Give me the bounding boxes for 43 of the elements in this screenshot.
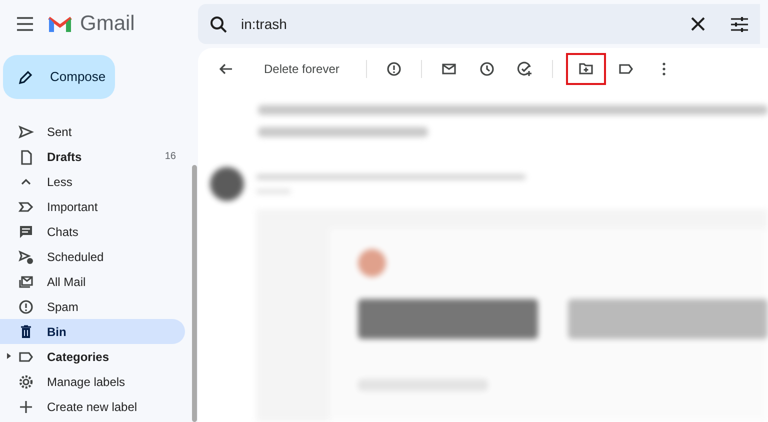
pencil-icon xyxy=(18,70,33,84)
envelope-icon xyxy=(441,61,458,77)
nav-item[interactable]: Chats xyxy=(0,219,185,244)
unread-count: 16 xyxy=(164,150,177,164)
delete-forever-button[interactable]: Delete forever xyxy=(254,54,350,84)
filter-sliders-icon[interactable] xyxy=(731,16,748,32)
expand-arrow-icon[interactable] xyxy=(7,353,11,359)
scrollbar[interactable] xyxy=(192,165,197,422)
plus-icon xyxy=(18,398,34,414)
envelope-logo-icon xyxy=(48,15,72,33)
close-icon[interactable] xyxy=(691,17,705,31)
nav-item[interactable]: Categories xyxy=(0,344,185,369)
label-icon xyxy=(618,61,634,77)
settings-icon xyxy=(18,374,34,390)
nav-item[interactable]: Important xyxy=(0,194,185,219)
folder-plus-icon xyxy=(578,61,594,77)
more-icon xyxy=(662,62,666,76)
toolbar-button[interactable] xyxy=(568,55,604,83)
back-arrow-icon xyxy=(218,61,234,77)
compose-button[interactable]: Compose xyxy=(3,55,115,99)
exclamation-circle-icon xyxy=(386,61,402,77)
search-field[interactable]: in:trash xyxy=(198,4,760,44)
nav-item[interactable]: Create new label xyxy=(0,394,185,419)
menu-icon[interactable] xyxy=(16,17,34,31)
scheduled-send-icon xyxy=(18,248,34,264)
clock-icon xyxy=(479,61,496,77)
app-name: Gmail xyxy=(80,11,135,38)
nav-item[interactable]: Bin xyxy=(0,319,185,344)
stacked-mail-icon xyxy=(18,274,34,290)
exclamation-circle-icon xyxy=(18,298,34,314)
search-icon xyxy=(210,16,227,32)
nav-item[interactable]: Spam xyxy=(0,294,185,319)
document-icon xyxy=(18,148,34,164)
nav-item[interactable]: All Mail xyxy=(0,269,185,294)
add-task-icon xyxy=(517,61,534,77)
send-icon xyxy=(18,124,34,140)
chat-icon xyxy=(18,224,34,240)
nav-item[interactable]: Scheduled xyxy=(0,244,185,269)
nav-item[interactable]: Sent xyxy=(0,119,185,144)
trash-icon xyxy=(18,324,34,340)
nav-item[interactable]: Drafts 16 xyxy=(0,144,185,169)
nav-item[interactable]: Manage labels xyxy=(0,369,185,394)
nav-item[interactable]: Less xyxy=(0,169,185,194)
